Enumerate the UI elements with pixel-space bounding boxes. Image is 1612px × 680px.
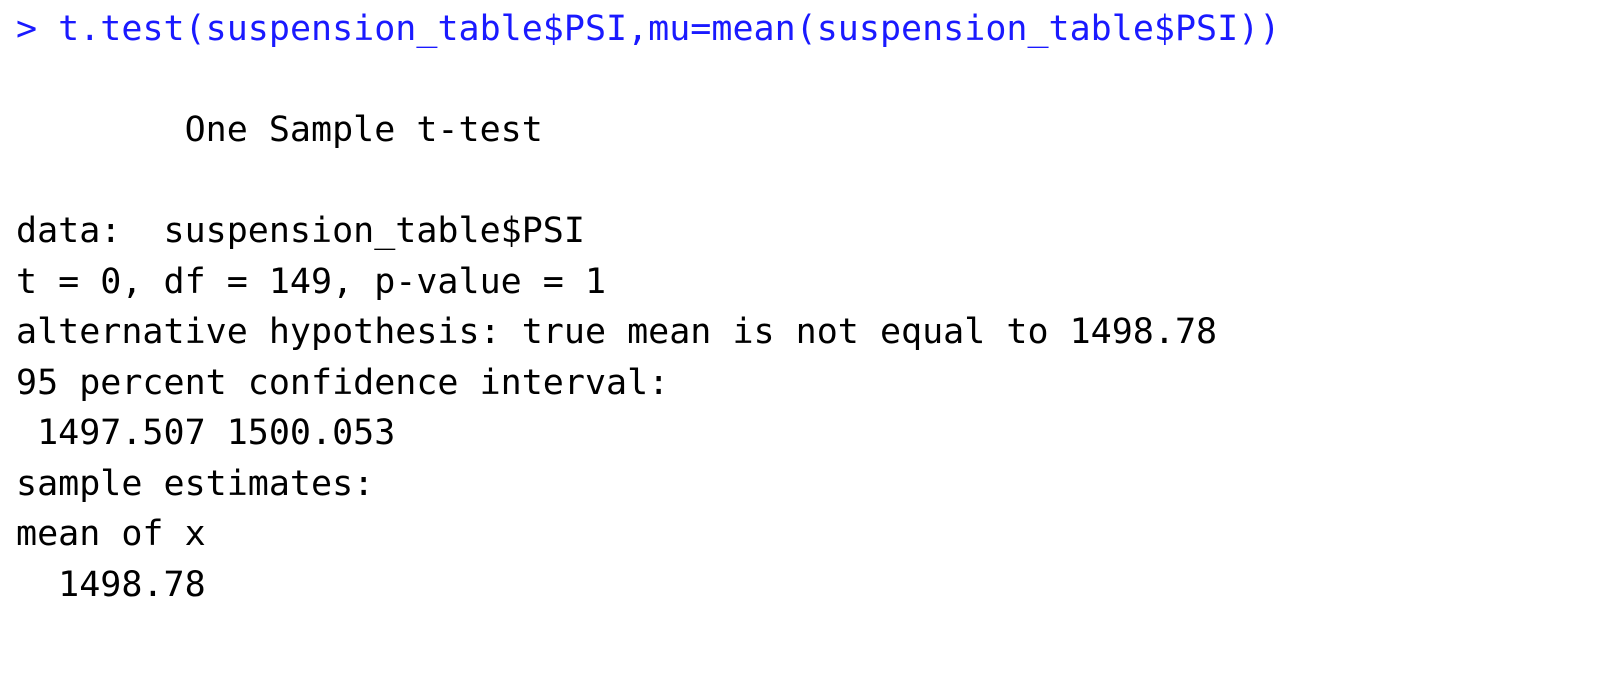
mean-value: 1498.78 (16, 564, 206, 605)
command-line: > t.test(suspension_table$PSI,mu=mean(su… (16, 4, 1612, 55)
command-text: t.test(suspension_table$PSI,mu=mean(susp… (58, 9, 1281, 49)
alternative-hypothesis-line: alternative hypothesis: true mean is not… (16, 312, 1218, 352)
output-blank-line (16, 55, 1612, 106)
mean-label: mean of x (16, 514, 206, 554)
statistics-line: t = 0, df = 149, p-value = 1 (16, 261, 607, 302)
data-line: data: suspension_table$PSI (16, 211, 585, 251)
confidence-interval-label: 95 percent confidence interval: (16, 362, 670, 403)
r-console[interactable]: > t.test(suspension_table$PSI,mu=mean(su… (16, 4, 1612, 680)
confidence-interval-values: 1497.507 1500.053 (16, 413, 396, 453)
test-title: One Sample t-test (16, 110, 543, 150)
output-blank-line (16, 156, 1612, 207)
sample-estimates-label: sample estimates: (16, 463, 375, 504)
prompt-symbol: > (16, 9, 59, 49)
